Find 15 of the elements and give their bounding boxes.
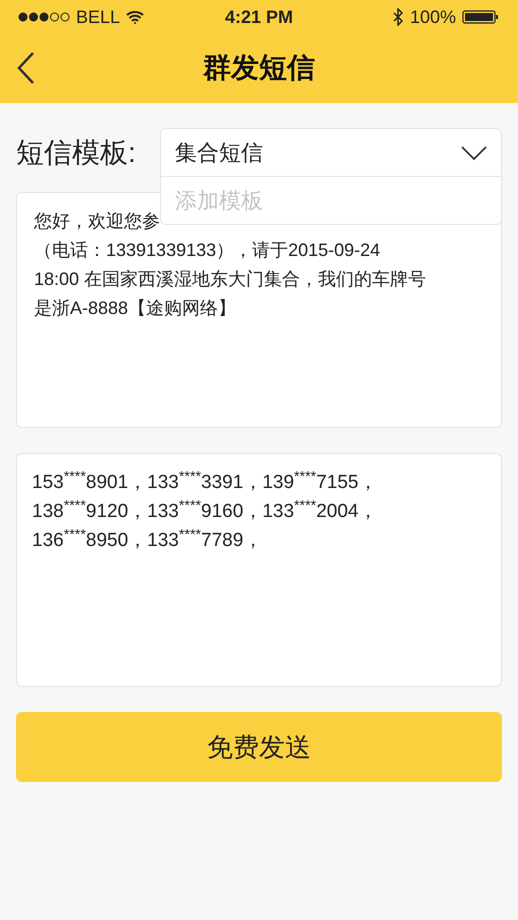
- recipients-field[interactable]: 153$^{****}$8901，133$^{****}$3391，139$^{****}$7155， 138$^{****}$9120，133$^{****}$9160，133$^{****}$2004， 136$^{****}$8950，133$^{****}$7789，: [16, 453, 502, 687]
- bluetooth-icon: [392, 8, 404, 26]
- status-time: 4:21 PM: [224, 6, 294, 28]
- carrier-name: BELL: [76, 6, 120, 28]
- recipients-text: 153$^{****}$8901，133$^{****}$3391，139$^{****}$7155， 138$^{****}$9120，133$^{****}$9160，133$^{****}$2004， 136$^{****}$8950，133$^{****}$7789，: [32, 468, 378, 553]
- wifi-icon: [126, 10, 144, 24]
- back-icon: [17, 52, 35, 84]
- template-select[interactable]: 集合短信: [160, 128, 502, 177]
- battery-icon: [462, 9, 500, 25]
- template-label: 短信模板:: [16, 136, 137, 170]
- page-title: 群发短信: [203, 50, 315, 84]
- battery-percent: 100%: [410, 6, 456, 28]
- send-button[interactable]: 免费发送: [16, 712, 502, 782]
- chevron-down-icon: [461, 146, 487, 160]
- signal-icon: [18, 12, 70, 22]
